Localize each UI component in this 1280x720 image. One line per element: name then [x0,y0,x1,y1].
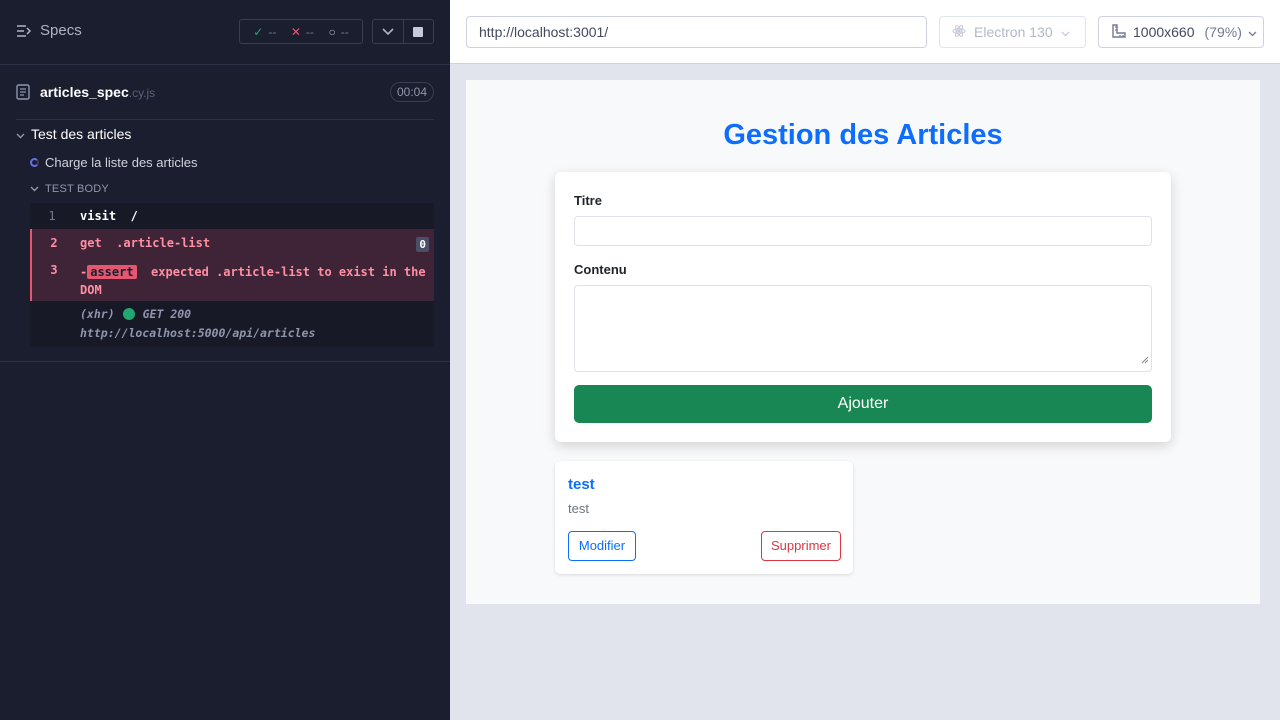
document-icon [16,84,30,105]
zoom-level: (79%) [1204,24,1242,40]
electron-icon [952,24,966,41]
running-spinner-icon [30,158,39,167]
command-list: 1 visit / 2 get .article-list 0 3 - asser… [30,203,434,347]
assert-tag: assert [87,265,137,279]
suite-title[interactable]: Test des articles [16,126,131,142]
test-stats: ✓ -- ✕ -- ○ -- [239,19,363,44]
app-preview: Gestion des Articles Titre Contenu Ajout… [466,80,1260,604]
specs-button[interactable]: Specs [16,22,82,39]
stop-button[interactable] [402,20,434,43]
title-label: Titre [574,193,602,208]
url-bar[interactable]: http://localhost:3001/ [466,16,927,48]
chevron-down-icon [1248,24,1257,40]
chevron-down-icon [382,23,394,41]
content-label: Contenu [574,262,627,277]
spec-header: articles_spec.cy.js 00:04 [16,65,434,120]
title-input[interactable] [574,216,1152,246]
check-icon: ✓ [253,24,264,39]
browser-label: Electron 130 [974,24,1053,40]
command-text: visit / [80,209,138,223]
spec-file-name: articles_spec.cy.js [40,84,156,100]
stop-icon [413,26,424,37]
command-number: 3 [50,263,58,277]
xhr-log-entry[interactable]: (xhr) GET 200 http://localhost:5000/api/… [30,301,434,347]
add-button[interactable]: Ajouter [574,385,1152,423]
page-title: Gestion des Articles [723,119,1003,151]
command-get[interactable]: 2 get .article-list 0 [32,229,434,257]
test-body-header[interactable]: TEST BODY [30,183,109,195]
content-textarea[interactable] [574,285,1152,372]
run-controls [372,19,434,44]
article-content: test [568,501,589,516]
chevron-down-icon [16,126,25,142]
pending-stat: ○ -- [328,24,349,39]
test-title[interactable]: Charge la liste des articles [30,155,197,170]
command-text: get .article-list [80,236,211,250]
xhr-summary: (xhr) GET 200 [80,307,192,321]
chevron-down-icon [30,183,39,195]
edit-button[interactable]: Modifier [568,531,636,561]
command-number: 1 [48,209,56,223]
specs-label: Specs [40,22,82,39]
specs-list-icon [16,24,32,38]
command-number: 2 [50,236,58,250]
status-dot-icon [122,308,135,320]
passed-stat: ✓ -- [253,24,277,39]
command-assert[interactable]: 3 - assert expected .article-list to exis… [32,257,434,301]
element-count-badge: 0 [416,237,429,252]
chevron-down-icon [1061,24,1070,40]
x-icon: ✕ [290,24,301,39]
spec-duration: 00:04 [389,82,434,102]
command-text: - assert expected .article-list to exist … [80,265,426,297]
failed-commands: 2 get .article-list 0 3 - assert expected… [30,229,434,301]
delete-button[interactable]: Supprimer [761,531,841,561]
aut-toolbar: http://localhost:3001/ Electron 130 1000… [450,0,1280,64]
command-visit[interactable]: 1 visit / [30,203,434,229]
viewport-size: 1000x660 [1133,24,1195,40]
pending-circle-icon: ○ [328,24,336,39]
xhr-url: http://localhost:5000/api/articles [80,326,316,340]
divider [0,361,450,362]
article-title: test [568,476,595,493]
resize-handle-icon[interactable] [1141,351,1149,369]
command-log-panel: Specs ✓ -- ✕ -- ○ -- articles_spec.cy.js 00… [0,0,450,720]
failed-stat: ✕ -- [290,24,314,39]
viewport-selector[interactable]: 1000x660 (79%) [1098,16,1264,48]
article-card: test test Modifier Supprimer [555,461,853,574]
spec-file-ext: .cy.js [128,86,156,100]
article-form: Titre Contenu Ajouter [555,172,1171,442]
ruler-icon [1111,23,1127,42]
browser-selector[interactable]: Electron 130 [939,16,1086,48]
reporter-header: Specs ✓ -- ✕ -- ○ -- [0,0,450,65]
collapse-button[interactable] [373,20,403,43]
